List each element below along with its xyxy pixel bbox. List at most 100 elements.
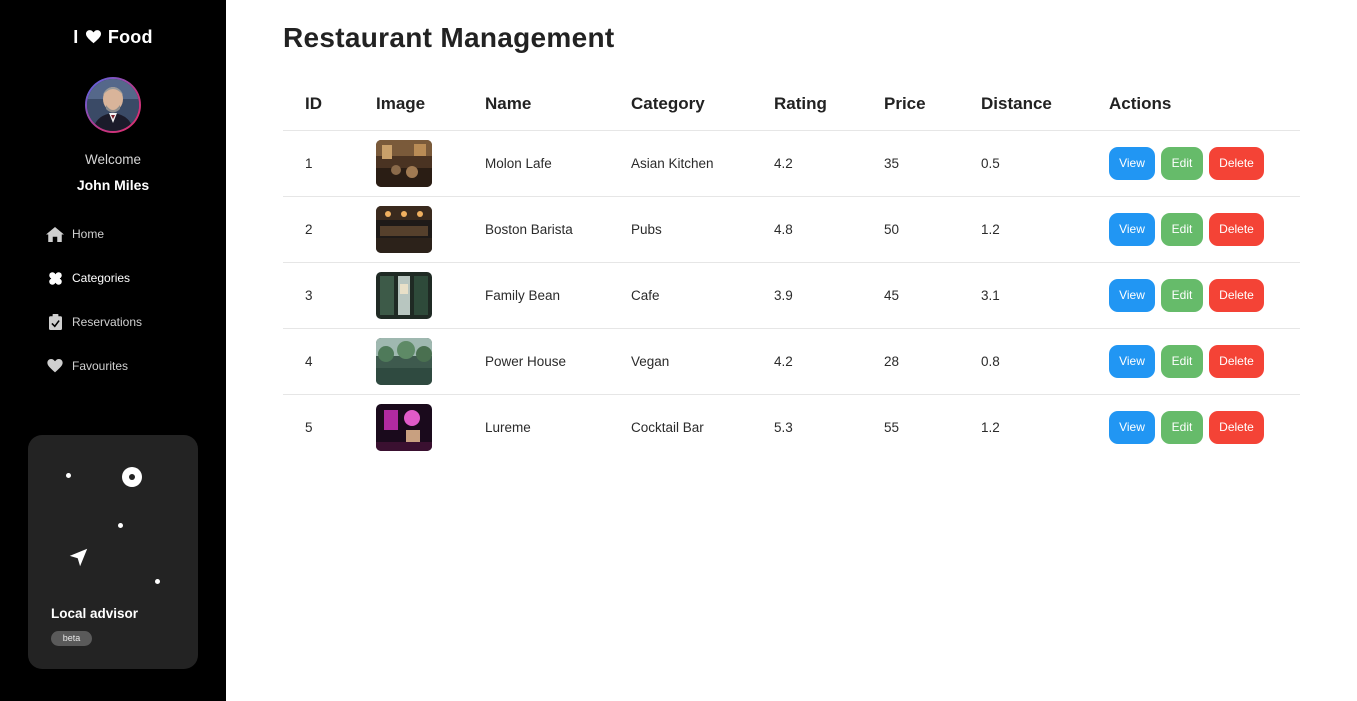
column-header-image: Image [354,78,463,131]
sidebar-item-home[interactable]: Home [46,222,142,246]
brand-text-right: Food [107,27,153,47]
heart-icon [85,28,101,49]
restaurant-thumbnail[interactable] [376,139,432,187]
local-advisor-card[interactable]: Local advisor beta [28,435,198,669]
restaurant-thumbnail[interactable] [376,205,432,253]
cell-category: Cafe [609,262,752,329]
sidebar-item-favourites[interactable]: Favourites [46,354,142,378]
table-header-row: ID Image Name Category Rating Price Dist… [283,78,1300,131]
cell-category: Cocktail Bar [631,419,704,435]
table-row: 3 Family Bean Cafe 3.9 45 3.1 View Edit De… [283,262,1300,329]
cell-actions: View Edit Delete [1087,328,1300,395]
location-target-icon [122,467,142,487]
sidebar-item-reservations[interactable]: Reservations [46,310,142,334]
sidebar-item-label: Categories [72,271,131,285]
cell-image [354,130,463,197]
column-header-rating: Rating [752,78,862,131]
column-header-actions: Actions [1087,78,1300,131]
view-button[interactable]: View [1109,212,1155,246]
sidebar-item-label: Reservations [72,315,143,329]
user-name: John Miles [76,177,150,193]
table-row: 1 Molon Lafe Asian Kitchen 4.2 35 0.5 Vi… [283,130,1300,197]
cell-name: Lureme [485,419,531,435]
cell-rating: 5.3 [774,419,793,435]
delete-button[interactable]: Delete [1209,278,1264,312]
sidebar-nav: Home Categories Reservations Favourites [46,222,142,398]
edit-button[interactable]: Edit [1161,344,1203,378]
cell-distance: 1.2 [959,196,1087,263]
cell-distance: 0.8 [959,328,1087,395]
cell-image [354,196,463,263]
decor-dot [66,473,71,478]
edit-button[interactable]: Edit [1161,278,1203,312]
cell-image [354,328,463,395]
table-row: 2 Boston Barista Pubs 4.8 50 1.2 View Edi… [283,196,1300,263]
cell-name: Molon Lafe [463,130,609,197]
cell-price: 28 [862,328,959,395]
column-header-price: Price [862,78,959,131]
restaurant-thumbnail[interactable] [376,403,432,451]
cell-id: 3 [283,262,354,329]
brand-logo[interactable]: I Food [0,27,226,49]
column-header-distance: Distance [959,78,1087,131]
view-button[interactable]: View [1109,344,1155,378]
avatar[interactable] [85,77,141,133]
cell-category: Asian Kitchen [609,130,752,197]
sidebar-item-categories[interactable]: Categories [46,266,142,290]
clipboard-icon [46,313,64,331]
cell-actions: View Edit Delete [1087,196,1300,263]
cell-actions: View Edit Delete [1087,262,1300,329]
home-icon [46,225,64,243]
delete-button[interactable]: Delete [1209,410,1264,444]
page-title: Restaurant Management [283,22,615,53]
edit-button[interactable]: Edit [1161,212,1203,246]
table-row: 4 Power House Vegan 4.2 28 0.8 View Edit D… [283,328,1300,395]
decor-dot [155,579,160,584]
delete-button[interactable]: Delete [1209,212,1264,246]
cell-rating: 4.8 [752,196,862,263]
delete-button[interactable]: Delete [1209,344,1264,378]
sidebar: I Food Welcome John Miles Home Categorie… [0,0,226,701]
cell-actions: View Edit Delete [1087,394,1300,460]
cell-distance: 0.5 [959,130,1087,197]
cell-distance: 1.2 [981,419,1000,435]
column-header-name: Name [463,78,609,131]
cell-rating: 3.9 [752,262,862,329]
cell-image [354,262,463,329]
cell-category: Vegan [609,328,752,395]
welcome-text: Welcome [84,152,142,167]
main-content: Restaurant Management ID Image Name Cate… [226,0,1357,701]
edit-button[interactable]: Edit [1161,410,1203,444]
column-header-category: Category [609,78,752,131]
cell-name: Boston Barista [463,196,609,263]
view-button[interactable]: View [1109,146,1155,180]
heart-icon [46,357,64,375]
restaurant-thumbnail[interactable] [376,271,432,319]
view-button[interactable]: View [1109,278,1155,312]
cell-distance: 3.1 [959,262,1087,329]
view-button[interactable]: View [1109,410,1155,444]
delete-button[interactable]: Delete [1209,146,1264,180]
cell-category: Pubs [609,196,752,263]
cell-id: 5 [305,419,313,435]
sidebar-item-label: Favourites [72,359,129,373]
restaurant-table: ID Image Name Category Rating Price Dist… [283,78,1300,460]
sidebar-item-label: Home [72,227,105,241]
cell-price: 45 [862,262,959,329]
cell-price: 55 [884,419,900,435]
column-header-id: ID [283,78,354,131]
decor-dot [118,523,123,528]
cell-id: 2 [283,196,354,263]
cell-price: 50 [862,196,959,263]
cell-rating: 4.2 [752,328,862,395]
restaurant-thumbnail[interactable] [376,337,432,385]
cell-id: 4 [283,328,354,395]
cell-id: 1 [283,130,354,197]
edit-button[interactable]: Edit [1161,146,1203,180]
table-row: 5 Lureme Cocktail Bar 5.3 55 1.2 View Edi… [283,394,1300,460]
navigation-arrow-icon [69,548,88,572]
cell-image [354,394,463,460]
beta-badge: beta [51,631,92,646]
cell-name: Family Bean [463,262,609,329]
cell-actions: View Edit Delete [1087,130,1300,197]
